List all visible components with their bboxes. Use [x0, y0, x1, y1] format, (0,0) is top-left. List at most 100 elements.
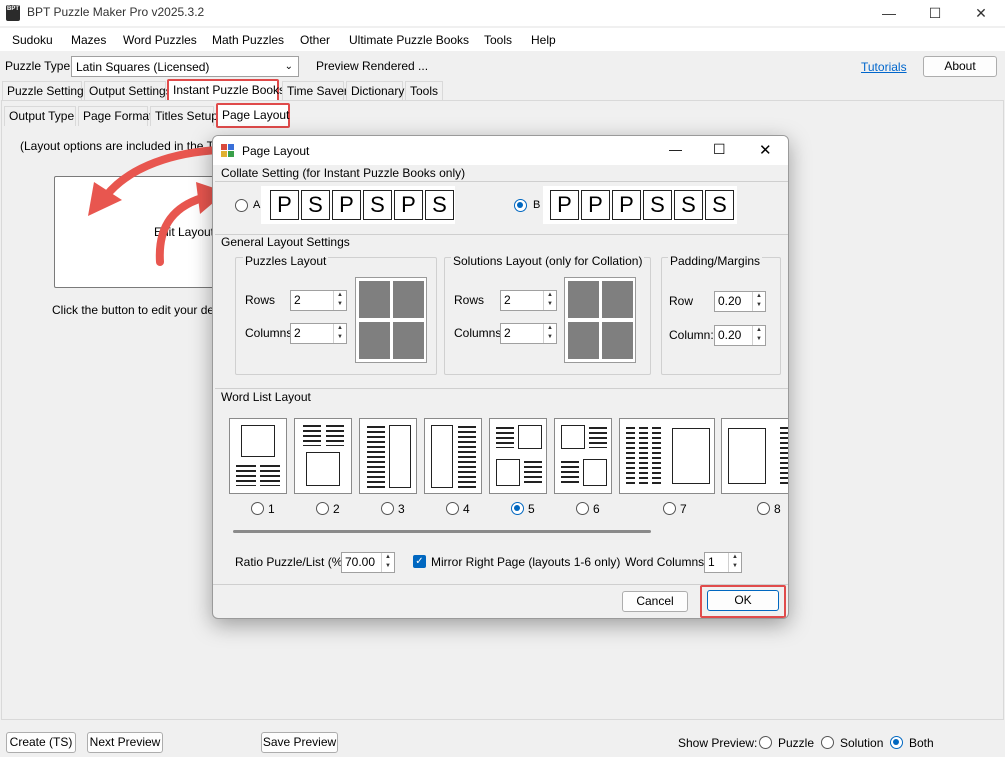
word-list-layout-5[interactable] [489, 418, 547, 494]
padding-row-input[interactable]: 0.20 ▲ ▼ [714, 291, 766, 312]
word-list-layout-2[interactable] [294, 418, 352, 494]
collate-divider [215, 181, 788, 182]
padding-column-input[interactable]: 0.20 ▲ ▼ [714, 325, 766, 346]
word-list-radio-2[interactable] [316, 502, 329, 515]
puzzles-columns-input[interactable]: 2 ▲ ▼ [290, 323, 347, 344]
padding-label: Padding/Margins [668, 254, 763, 268]
puzzles-layout-label: Puzzles Layout [243, 254, 329, 268]
puzzles-columns-value: 2 [294, 326, 301, 340]
minimize-button[interactable]: — [866, 0, 912, 26]
menu-word-puzzles[interactable]: Word Puzzles [123, 33, 197, 47]
word-list-option-label: 8 [774, 502, 781, 516]
tutorials-link[interactable]: Tutorials [861, 60, 907, 74]
sequence-a-item: P [332, 190, 361, 220]
word-list-radio-3[interactable] [381, 502, 394, 515]
dialog-title-bar: Page Layout — ☐ ✕ [213, 136, 788, 165]
preview-solution-radio[interactable] [821, 736, 834, 749]
preview-puzzle-radio[interactable] [759, 736, 772, 749]
preview-both-radio[interactable] [890, 736, 903, 749]
word-list-option-label: 4 [463, 502, 470, 516]
close-button[interactable]: ✕ [958, 0, 1004, 26]
subtab-output-type[interactable]: Output Type [4, 106, 76, 126]
word-list-option-label: 2 [333, 502, 340, 516]
spin-arrows-icon[interactable]: ▲ ▼ [333, 324, 346, 343]
menu-bar: Sudoku Mazes Word Puzzles Math Puzzles O… [0, 28, 1005, 51]
word-list-layout-3[interactable] [359, 418, 417, 494]
create-button[interactable]: Create (TS) [6, 732, 76, 753]
window-title: BPT Puzzle Maker Pro v2025.3.2 [27, 5, 205, 19]
about-button[interactable]: About [923, 56, 997, 77]
word-list-radio-4[interactable] [446, 502, 459, 515]
word-list-radio-8[interactable] [757, 502, 770, 515]
tab-puzzle-settings[interactable]: Puzzle Settings [2, 81, 90, 101]
general-divider [215, 234, 788, 235]
word-list-layout-4[interactable] [424, 418, 482, 494]
preview-status: Preview Rendered ... [316, 59, 429, 73]
ratio-input[interactable]: 70.00 ▲ ▼ [341, 552, 395, 573]
menu-ultimate-puzzle-books[interactable]: Ultimate Puzzle Books [349, 33, 469, 47]
tab-dictionary[interactable]: Dictionary [346, 81, 404, 101]
word-columns-value: 1 [708, 555, 715, 569]
menu-math-puzzles[interactable]: Math Puzzles [212, 33, 284, 47]
word-list-layout-6[interactable] [554, 418, 612, 494]
spin-arrows-icon[interactable]: ▲ ▼ [728, 553, 741, 572]
save-preview-button[interactable]: Save Preview [261, 732, 338, 753]
collate-option-a-radio[interactable] [235, 199, 248, 212]
maximize-button[interactable]: ☐ [912, 0, 958, 26]
word-list-radio-1[interactable] [251, 502, 264, 515]
solutions-columns-value: 2 [504, 326, 511, 340]
ratio-value: 70.00 [345, 555, 376, 569]
solutions-layout-label: Solutions Layout (only for Collation) [451, 254, 645, 268]
spin-arrows-icon[interactable]: ▲ ▼ [543, 324, 556, 343]
padding-column-label: Column: [669, 328, 714, 342]
word-list-options: 1 2 3 4 5 6 7 8 [215, 416, 788, 520]
cancel-button[interactable]: Cancel [622, 591, 688, 612]
menu-sudoku[interactable]: Sudoku [12, 33, 53, 47]
subtab-page-layout[interactable]: Page Layout [216, 103, 290, 128]
tab-time-saver[interactable]: Time Saver [282, 81, 348, 101]
app-logo-icon: BPT [6, 5, 20, 21]
next-preview-button[interactable]: Next Preview [87, 732, 163, 753]
word-list-layout-7[interactable] [619, 418, 715, 494]
spin-arrows-icon[interactable]: ▲ ▼ [752, 326, 765, 345]
dialog-close-button[interactable]: ✕ [759, 141, 772, 159]
word-list-layout-8[interactable] [721, 418, 788, 494]
menu-other[interactable]: Other [300, 33, 330, 47]
word-columns-input[interactable]: 1 ▲ ▼ [704, 552, 742, 573]
dialog-minimize-button[interactable]: — [669, 142, 682, 157]
puzzle-type-select[interactable]: Latin Squares (Licensed) ⌄ [71, 56, 299, 77]
dialog-maximize-button[interactable]: ☐ [713, 141, 726, 158]
solutions-columns-label: Columns [454, 326, 502, 340]
solutions-rows-value: 2 [504, 293, 511, 307]
spin-arrows-icon[interactable]: ▲ ▼ [381, 553, 394, 572]
word-list-radio-6[interactable] [576, 502, 589, 515]
word-list-option-label: 1 [268, 502, 275, 516]
solutions-columns-input[interactable]: 2 ▲ ▼ [500, 323, 557, 344]
ok-button[interactable]: OK [707, 590, 779, 611]
word-list-radio-5[interactable] [511, 502, 524, 515]
menu-tools[interactable]: Tools [484, 33, 512, 47]
solutions-rows-input[interactable]: 2 ▲ ▼ [500, 290, 557, 311]
tab-output-settings[interactable]: Output Settings [84, 81, 172, 101]
preview-puzzle-label: Puzzle [778, 736, 815, 750]
tab-tools[interactable]: Tools [405, 81, 443, 101]
subtab-page-format[interactable]: Page Format [78, 106, 152, 126]
word-list-radio-7[interactable] [663, 502, 676, 515]
menu-mazes[interactable]: Mazes [71, 33, 106, 47]
mirror-right-page-checkbox[interactable]: ✓ [413, 555, 426, 568]
sequence-b-item: P [581, 190, 610, 220]
puzzles-rows-input[interactable]: 2 ▲ ▼ [290, 290, 347, 311]
subtab-titles-setup[interactable]: Titles Setup [150, 106, 218, 126]
collate-option-b-radio[interactable] [514, 199, 527, 212]
title-bar: BPT BPT Puzzle Maker Pro v2025.3.2 — ☐ ✕ [0, 0, 1005, 26]
puzzles-grid-preview [355, 277, 427, 363]
word-list-layout-1[interactable] [229, 418, 287, 494]
tab-instant-puzzle-books[interactable]: Instant Puzzle Books [167, 79, 285, 102]
word-list-scrollbar[interactable] [233, 530, 651, 533]
word-list-option-label: 5 [528, 502, 535, 516]
spin-arrows-icon[interactable]: ▲ ▼ [752, 292, 765, 311]
spin-arrows-icon[interactable]: ▲ ▼ [543, 291, 556, 310]
menu-help[interactable]: Help [531, 33, 556, 47]
collate-sequence-b: P P P S S S [543, 186, 737, 224]
spin-arrows-icon[interactable]: ▲ ▼ [333, 291, 346, 310]
